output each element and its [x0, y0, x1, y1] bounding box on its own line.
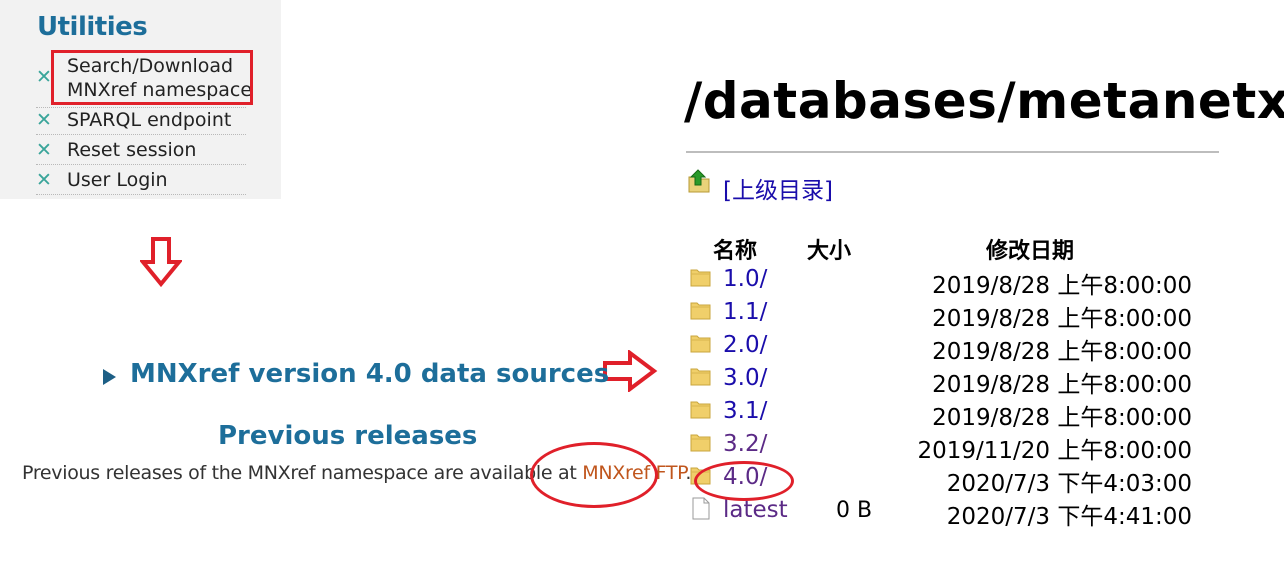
- util-item-user-login[interactable]: ✕ User Login: [36, 168, 246, 195]
- folder-icon: [690, 269, 711, 287]
- close-x-icon: ✕: [36, 66, 52, 88]
- row-name-link[interactable]: 3.0/: [723, 365, 767, 391]
- row-name-link[interactable]: 3.2/: [723, 431, 767, 457]
- folder-icon: [690, 335, 711, 353]
- row-modified-date: 2019/8/28 上午8:00:00: [932, 339, 1192, 365]
- data-sources-link[interactable]: MNXref version 4.0 data sources: [130, 359, 609, 389]
- folder-up-icon: [688, 169, 710, 193]
- folder-icon: [690, 434, 711, 452]
- parent-directory-link[interactable]: [上级目录]: [723, 171, 833, 205]
- expand-triangle-icon[interactable]: [103, 369, 116, 385]
- utilities-title: Utilities: [37, 12, 148, 42]
- directory-title: /databases/metanetx/: [684, 72, 1284, 130]
- row-modified-date: 2019/11/20 上午8:00:00: [917, 438, 1192, 464]
- row-modified-date: 2020/7/3 下午4:03:00: [946, 471, 1192, 497]
- util-item-label: User Login: [67, 169, 168, 191]
- folder-icon: [690, 302, 711, 320]
- previous-releases-heading: Previous releases: [218, 421, 478, 451]
- highlight-box: [51, 50, 253, 105]
- util-item-label: Reset session: [67, 139, 197, 161]
- column-header-modified[interactable]: 修改日期: [986, 233, 1074, 265]
- highlight-ellipse-ftp: [530, 442, 658, 508]
- column-header-name[interactable]: 名称: [713, 233, 757, 265]
- row-modified-date: 2019/8/28 上午8:00:00: [932, 306, 1192, 332]
- row-name-link[interactable]: 3.1/: [723, 398, 767, 424]
- row-name-link[interactable]: 1.0/: [723, 266, 767, 292]
- close-x-icon: ✕: [36, 109, 52, 131]
- right-arrow-icon: [603, 350, 658, 392]
- folder-icon: [690, 368, 711, 386]
- highlight-ellipse-4-0: [694, 461, 794, 501]
- row-modified-date: 2019/8/28 上午8:00:00: [932, 405, 1192, 431]
- previous-releases-sentence: Previous releases of the MNXref namespac…: [22, 462, 583, 484]
- down-arrow-icon: [140, 237, 182, 288]
- row-name-link[interactable]: 2.0/: [723, 332, 767, 358]
- row-modified-date: 2019/8/28 上午8:00:00: [932, 273, 1192, 299]
- folder-icon: [690, 401, 711, 419]
- file-icon: [692, 497, 710, 520]
- close-x-icon: ✕: [36, 169, 52, 191]
- column-header-size[interactable]: 大小: [807, 233, 851, 265]
- util-item-sparql[interactable]: ✕ SPARQL endpoint: [36, 108, 246, 135]
- util-item-reset-session[interactable]: ✕ Reset session: [36, 138, 246, 165]
- row-modified-date: 2019/8/28 上午8:00:00: [932, 372, 1192, 398]
- row-modified-date: 2020/7/3 下午4:41:00: [946, 504, 1192, 530]
- row-size: 0 B: [836, 498, 873, 523]
- close-x-icon: ✕: [36, 139, 52, 161]
- row-name-link[interactable]: latest: [723, 497, 788, 523]
- row-name-link[interactable]: 1.1/: [723, 299, 767, 325]
- util-item-label: SPARQL endpoint: [67, 109, 232, 131]
- title-divider: [686, 151, 1219, 153]
